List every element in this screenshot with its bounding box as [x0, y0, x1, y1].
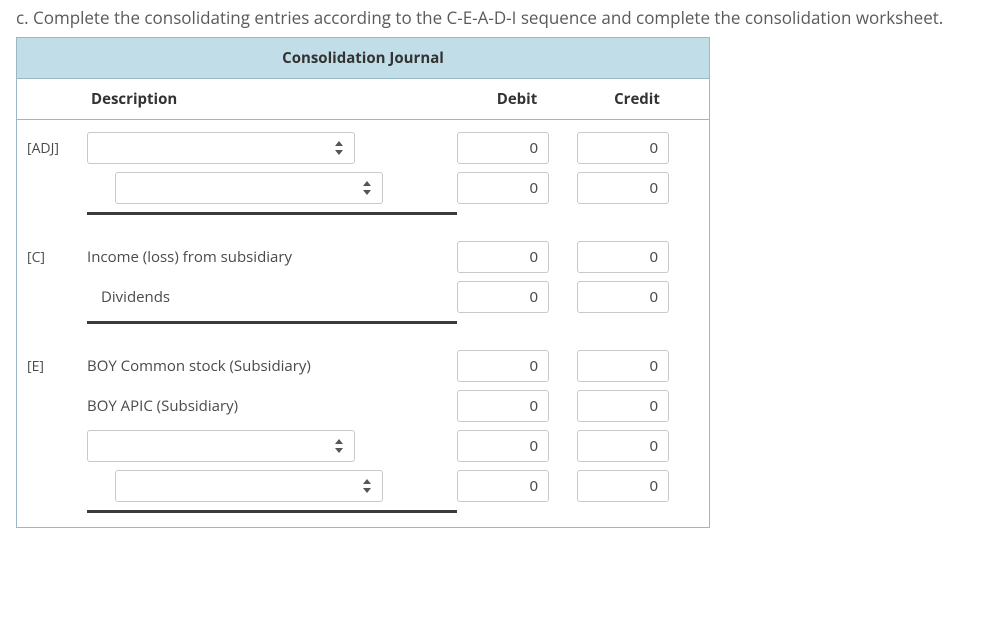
table-row: [E] BOY Common stock (Subsidiary) [17, 346, 709, 386]
description-label: BOY Common stock (Subsidiary) [87, 356, 457, 376]
table-row: Dividends [17, 277, 709, 317]
credit-input[interactable] [577, 132, 669, 164]
section-e: [E] BOY Common stock (Subsidiary) BOY AP… [17, 338, 709, 527]
sort-icon [334, 439, 344, 453]
credit-input[interactable] [577, 172, 669, 204]
debit-input[interactable] [457, 430, 549, 462]
header-description: Description [87, 89, 457, 109]
header-debit: Debit [457, 89, 577, 109]
credit-input[interactable] [577, 470, 669, 502]
credit-input[interactable] [577, 281, 669, 313]
credit-input[interactable] [577, 350, 669, 382]
sort-icon [362, 479, 372, 493]
entry-tag-e: [E] [17, 357, 87, 376]
credit-input[interactable] [577, 430, 669, 462]
table-row: BOY APIC (Subsidiary) [17, 386, 709, 426]
debit-input[interactable] [457, 132, 549, 164]
table-row: [C] Income (loss) from subsidiary [17, 237, 709, 277]
consolidation-journal-panel: Consolidation Journal Description Debit … [16, 37, 710, 528]
description-select[interactable] [87, 430, 355, 462]
section-c: [C] Income (loss) from subsidiary Divide… [17, 229, 709, 338]
sort-icon [362, 181, 372, 195]
credit-input[interactable] [577, 390, 669, 422]
section-divider [17, 506, 709, 527]
description-select[interactable] [115, 172, 383, 204]
description-label: Income (loss) from subsidiary [87, 247, 457, 267]
description-select[interactable] [115, 470, 383, 502]
entry-tag-c: [C] [17, 248, 87, 267]
entry-tag-adj: [ADJ] [17, 139, 87, 158]
debit-input[interactable] [457, 470, 549, 502]
debit-input[interactable] [457, 390, 549, 422]
section-divider [17, 208, 709, 229]
debit-input[interactable] [457, 281, 549, 313]
debit-input[interactable] [457, 172, 549, 204]
table-row: [ADJ] [17, 128, 709, 168]
debit-input[interactable] [457, 350, 549, 382]
section-divider [17, 317, 709, 338]
header-credit: Credit [577, 89, 697, 109]
debit-input[interactable] [457, 241, 549, 273]
sort-icon [334, 141, 344, 155]
section-adj: [ADJ] [17, 120, 709, 229]
table-row [17, 168, 709, 208]
panel-title: Consolidation Journal [17, 38, 709, 79]
credit-input[interactable] [577, 241, 669, 273]
description-select[interactable] [87, 132, 355, 164]
table-row [17, 426, 709, 466]
table-row [17, 466, 709, 506]
description-label: Dividends [87, 287, 457, 307]
description-label: BOY APIC (Subsidiary) [87, 396, 457, 416]
column-headers: Description Debit Credit [17, 79, 709, 120]
question-prompt: c. Complete the consolidating entries ac… [16, 6, 984, 29]
